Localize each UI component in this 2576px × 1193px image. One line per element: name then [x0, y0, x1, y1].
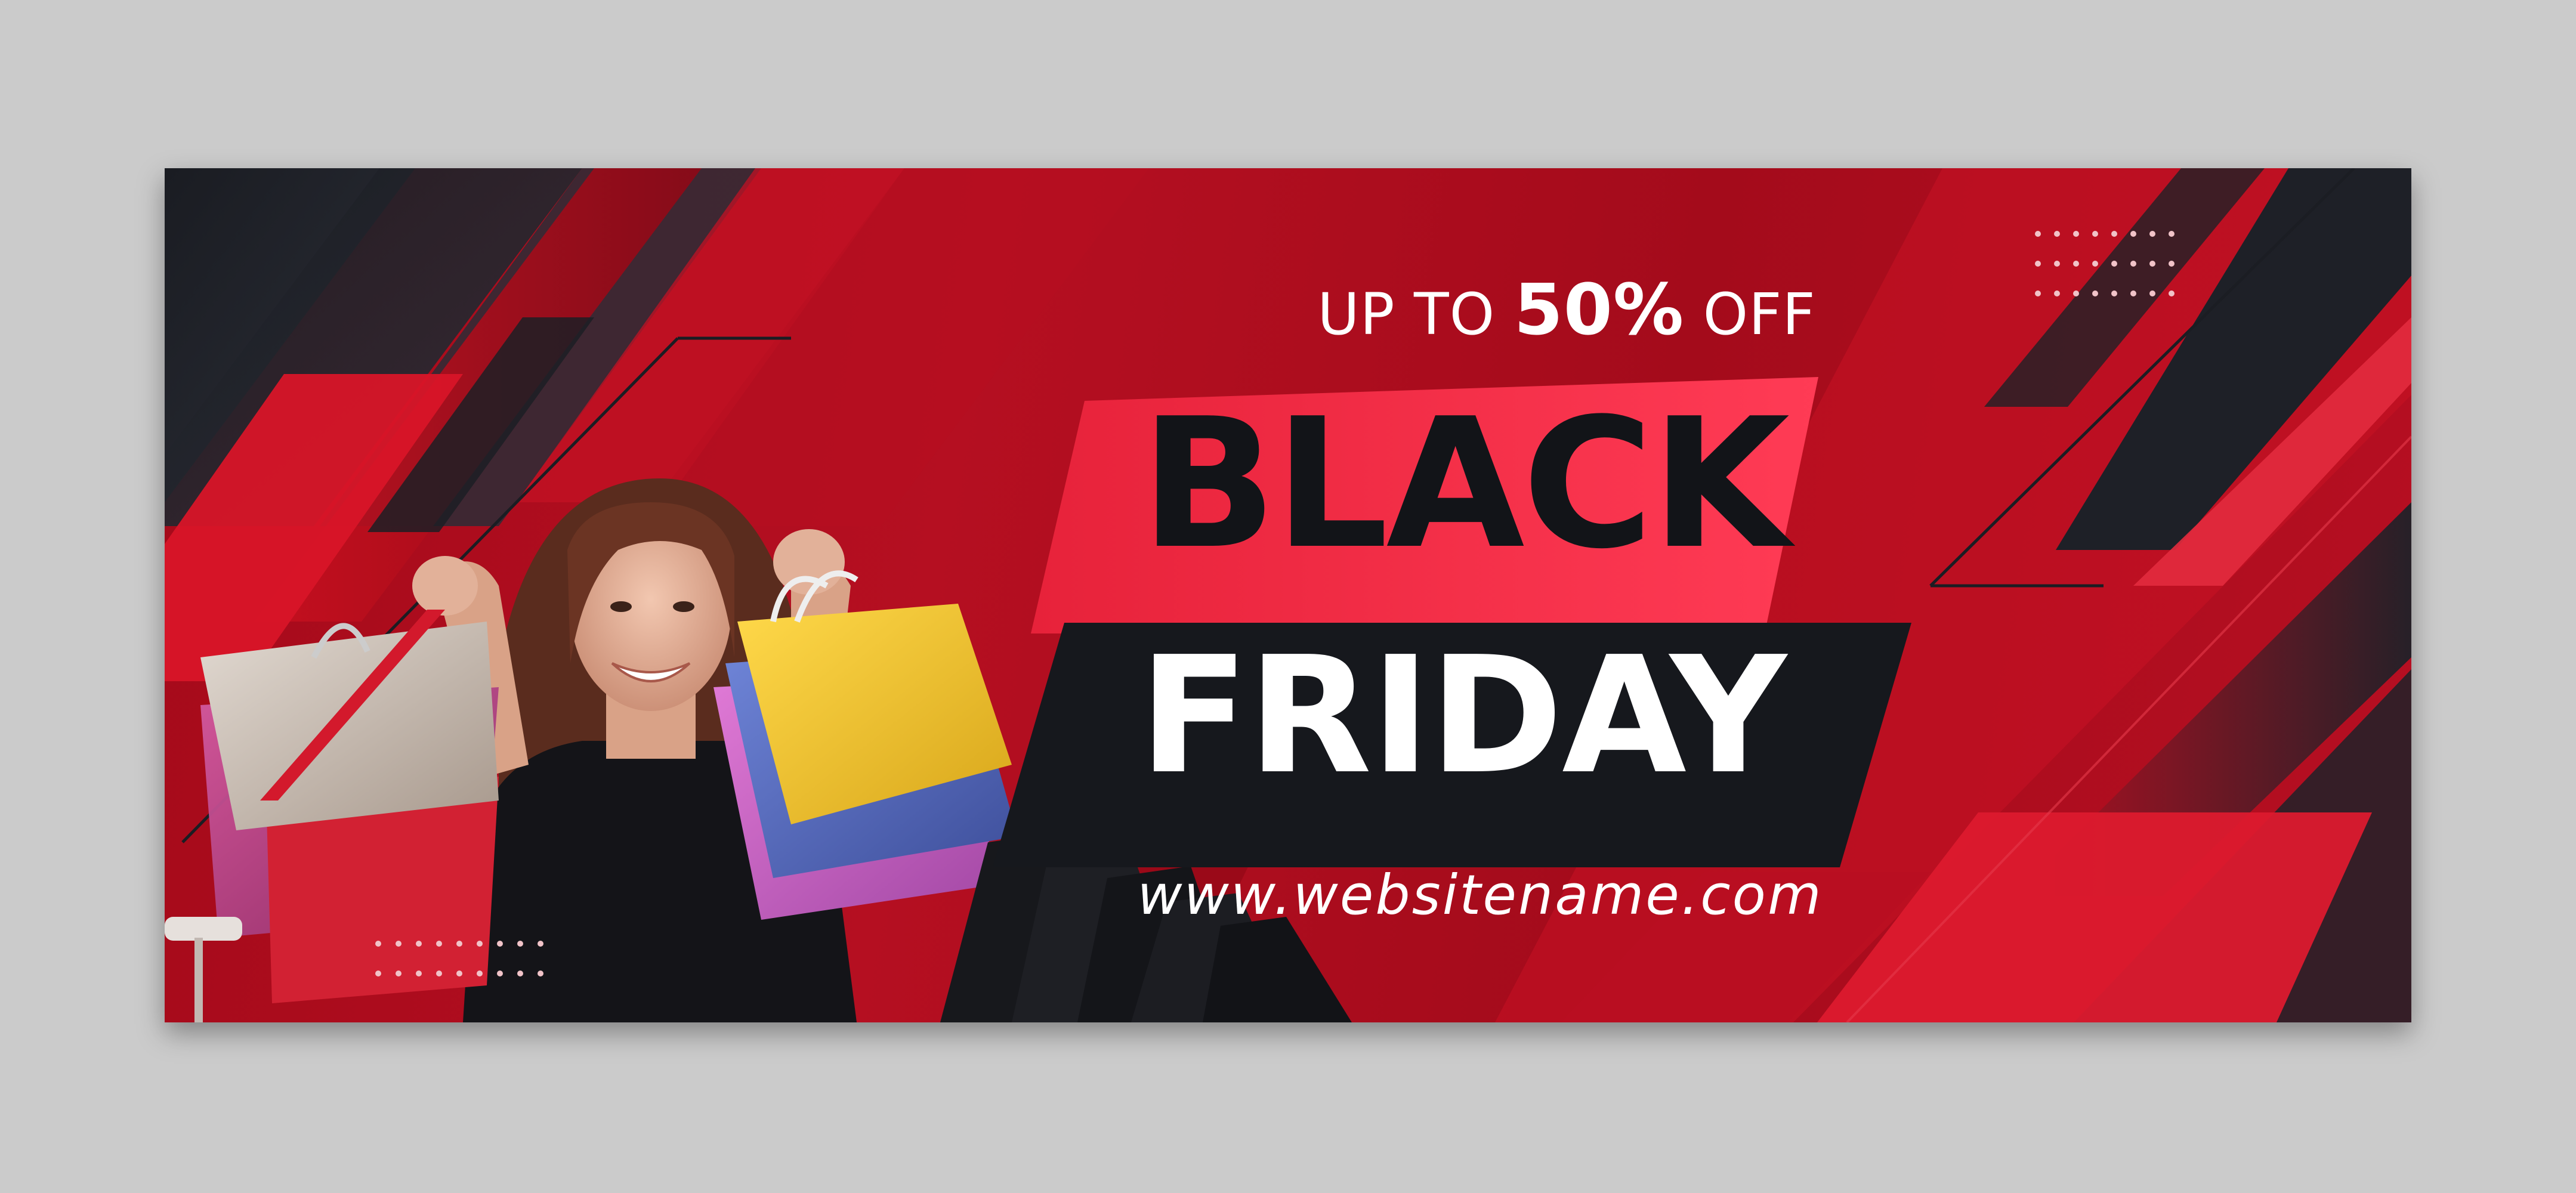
dot-grid-decoration-bottom-left	[375, 941, 543, 976]
black-friday-banner: UP TO 50% OFF BLACK FRIDAY www.websitena…	[165, 168, 2411, 1022]
offer-prefix: UP TO	[1317, 281, 1496, 348]
offer-suffix: OFF	[1703, 281, 1816, 348]
offer-percent: 50%	[1514, 268, 1685, 351]
dot-grid-decoration-top-right	[2035, 231, 2175, 296]
page: UP TO 50% OFF BLACK FRIDAY www.websitena…	[0, 0, 2576, 1193]
title-black: BLACK	[1140, 380, 1790, 588]
offer-headline: UP TO 50% OFF	[1238, 268, 1895, 351]
website-url[interactable]: www.websitename.com	[1107, 863, 1853, 927]
title-friday: FRIDAY	[1139, 622, 1787, 809]
